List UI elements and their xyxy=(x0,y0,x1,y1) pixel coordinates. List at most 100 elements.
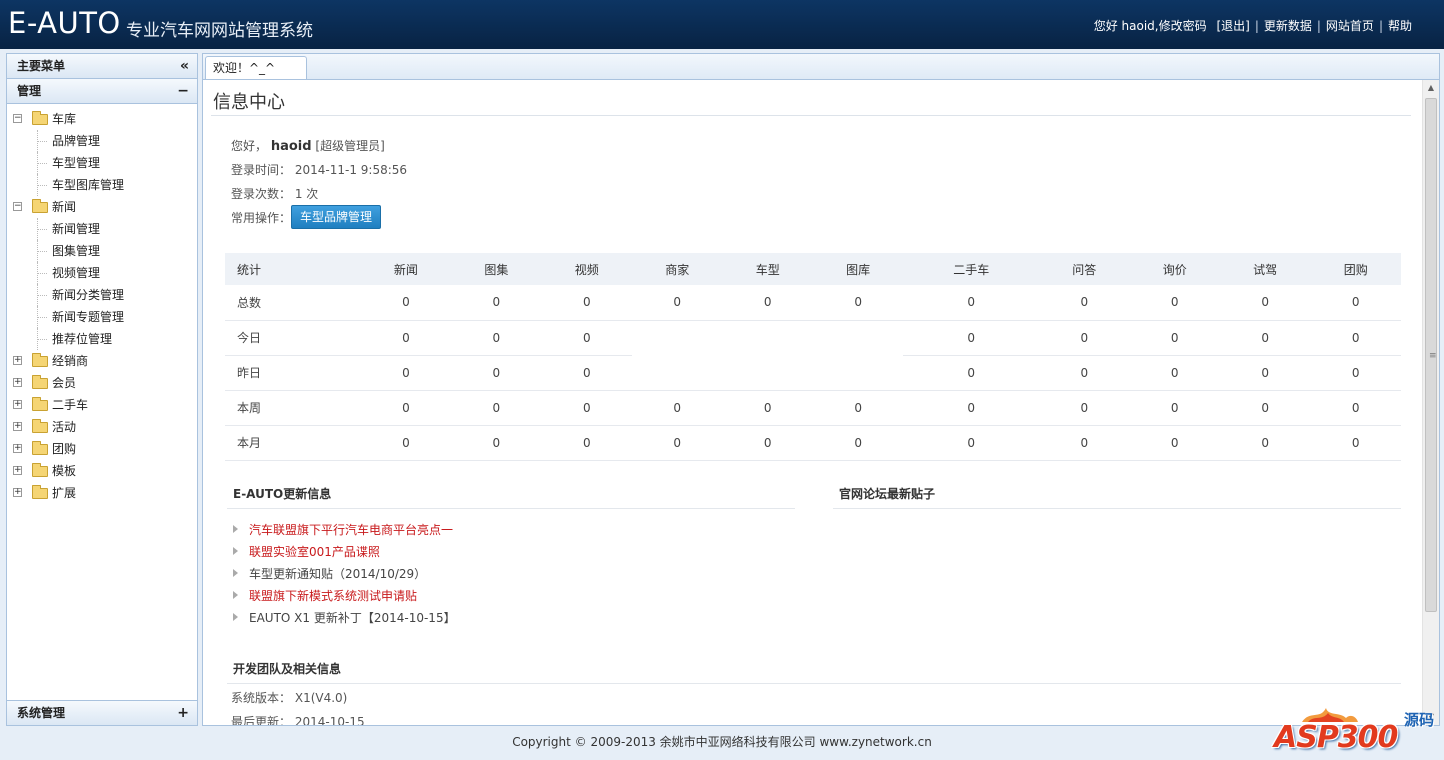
tree-node-label: 团购 xyxy=(52,442,77,456)
stats-cell: 本月 xyxy=(225,425,361,461)
tree-node[interactable]: + 扩展 xyxy=(7,482,197,504)
tree-node-label: 活动 xyxy=(52,420,77,434)
tree-expand-icon[interactable]: + xyxy=(13,356,22,365)
tree-leaf[interactable]: 新闻分类管理 xyxy=(7,284,197,306)
collapse-sidebar-button[interactable]: « xyxy=(180,54,189,78)
scroll-up-arrow-icon[interactable]: ▲ xyxy=(1423,80,1439,96)
stats-cell xyxy=(722,355,813,391)
tree-node[interactable]: − 新闻 xyxy=(7,196,197,218)
updates-divider xyxy=(227,508,795,509)
brand-manage-button[interactable]: 车型品牌管理 xyxy=(291,205,382,229)
tree-expand-icon[interactable]: + xyxy=(13,422,22,431)
stats-cell: 今日 xyxy=(225,320,361,356)
stats-cell xyxy=(812,320,904,356)
stats-header-cell: 图库 xyxy=(812,253,904,285)
system-manage-title: 系统管理 xyxy=(17,706,66,720)
version-label: 系统版本： xyxy=(231,691,292,705)
logo-subtitle: 专业汽车网网站管理系统 xyxy=(126,21,313,41)
tree-expand-icon[interactable]: + xyxy=(13,378,22,387)
last-update-label: 最后更新： xyxy=(231,715,292,726)
folder-icon xyxy=(32,463,48,477)
stats-cell: 0 xyxy=(360,355,452,391)
update-news-link[interactable]: 车型更新通知贴（2014/10/29） xyxy=(233,565,426,582)
stats-header-cell: 询价 xyxy=(1129,253,1220,285)
stats-cell: 本周 xyxy=(225,390,361,426)
stats-cell: 昨日 xyxy=(225,355,361,391)
tree-expand-icon[interactable]: + xyxy=(13,488,22,497)
tree-collapse-icon[interactable]: − xyxy=(13,202,22,211)
stats-cell: 0 xyxy=(541,390,633,426)
tree-node[interactable]: + 会员 xyxy=(7,372,197,394)
stats-cell: 0 xyxy=(541,355,633,391)
top-nav: 您好 haoid,修改密码 [退出] | 更新数据 | 网站首页 | 帮助 xyxy=(1093,19,1412,33)
site-home-link[interactable]: 网站首页 xyxy=(1326,19,1374,33)
tree-leaf[interactable]: 车型图库管理 xyxy=(7,174,197,196)
tree-leaf[interactable]: 新闻专题管理 xyxy=(7,306,197,328)
update-news-link[interactable]: 联盟旗下新模式系统测试申请贴 xyxy=(233,587,417,604)
stats-cell: 0 xyxy=(360,285,452,321)
tree-leaf[interactable]: 推荐位管理 xyxy=(7,328,197,350)
tab-welcome[interactable]: 欢迎！^_^ xyxy=(205,56,307,80)
stats-cell: 0 xyxy=(360,320,452,356)
stats-cell: 0 xyxy=(451,285,542,321)
title-divider xyxy=(211,115,1411,116)
vertical-scrollbar[interactable]: ▲ ≡ ▼ xyxy=(1422,80,1439,725)
change-password-link[interactable]: 修改密码 xyxy=(1159,19,1207,33)
tab-bar: 欢迎！^_^ xyxy=(202,53,1440,80)
tree-collapse-icon[interactable]: − xyxy=(13,114,22,123)
manage-header[interactable]: 管理 − xyxy=(7,79,197,104)
stats-cell: 0 xyxy=(1039,285,1130,321)
tree-leaf[interactable]: 新闻管理 xyxy=(7,218,197,240)
tree-node-label: 车库 xyxy=(52,112,77,126)
scroll-thumb[interactable]: ≡ xyxy=(1425,98,1437,612)
login-count-value: 1 次 xyxy=(294,187,319,201)
team-divider xyxy=(227,683,1401,684)
help-link[interactable]: 帮助 xyxy=(1388,19,1412,33)
tree-node-label: 经销商 xyxy=(52,354,89,368)
tree-leaf[interactable]: 品牌管理 xyxy=(7,130,197,152)
tree-expand-icon[interactable]: + xyxy=(13,444,22,453)
tree-node[interactable]: + 经销商 xyxy=(7,350,197,372)
tree-leaf[interactable]: 车型管理 xyxy=(7,152,197,174)
stats-cell: 0 xyxy=(812,425,904,461)
tree-node[interactable]: + 模板 xyxy=(7,460,197,482)
system-manage-header[interactable]: 系统管理 + xyxy=(7,700,197,725)
tree-node[interactable]: + 活动 xyxy=(7,416,197,438)
tree-expand-icon[interactable]: + xyxy=(13,400,22,409)
update-news-link[interactable]: 汽车联盟旗下平行汽车电商平台亮点一 xyxy=(233,521,453,538)
user-role: [超级管理员] xyxy=(315,139,385,153)
stats-cell: 0 xyxy=(903,355,1040,391)
logout-link[interactable]: [退出] xyxy=(1216,19,1249,33)
tree-leaf[interactable]: 图集管理 xyxy=(7,240,197,262)
stats-row: 今日 0 0 0 0 0 0 0 0 xyxy=(225,320,1401,356)
tree-node[interactable]: + 二手车 xyxy=(7,394,197,416)
folder-icon xyxy=(32,441,48,455)
updates-title: E-AUTO更新信息 xyxy=(233,487,332,501)
update-news-link[interactable]: 联盟实验室001产品谍照 xyxy=(233,543,380,560)
last-update-line: 最后更新： 2014-10-15 xyxy=(231,713,365,726)
tree-node[interactable]: − 车库 xyxy=(7,108,197,130)
version-value: X1(V4.0) xyxy=(294,691,348,705)
system-expand-icon[interactable]: + xyxy=(177,701,189,725)
watermark-text: ASP300 xyxy=(1274,720,1398,755)
stats-header-cell: 试驾 xyxy=(1219,253,1311,285)
update-data-link[interactable]: 更新数据 xyxy=(1264,19,1312,33)
stats-cell: 0 xyxy=(360,425,452,461)
tree-expand-icon[interactable]: + xyxy=(13,466,22,475)
main-panel: 信息中心 您好， haoid [超级管理员] 登录时间： 2014-11-1 9… xyxy=(202,79,1440,726)
stats-header-row: 统计 新闻 图集 视频 商家 车型 图库 二手车 问答 询价 试驾 团购 xyxy=(225,253,1401,285)
update-news-link[interactable]: EAUTO X1 更新补丁【2014-10-15】 xyxy=(233,609,456,626)
folder-icon xyxy=(32,199,48,213)
forum-divider xyxy=(833,508,1401,509)
stats-row: 本周 0 0 0 0 0 0 0 0 0 0 0 xyxy=(225,390,1401,426)
stats-cell: 0 xyxy=(541,425,633,461)
greeting: 您好 haoid, xyxy=(1093,19,1159,33)
stats-cell xyxy=(632,355,723,391)
stats-cell: 总数 xyxy=(225,285,361,321)
tree-node[interactable]: + 团购 xyxy=(7,438,197,460)
folder-icon xyxy=(32,353,48,367)
tree-leaf[interactable]: 视频管理 xyxy=(7,262,197,284)
login-count-line: 登录次数： 1 次 xyxy=(231,185,318,202)
stats-cell: 0 xyxy=(1310,285,1401,321)
manage-collapse-icon[interactable]: − xyxy=(177,79,189,103)
